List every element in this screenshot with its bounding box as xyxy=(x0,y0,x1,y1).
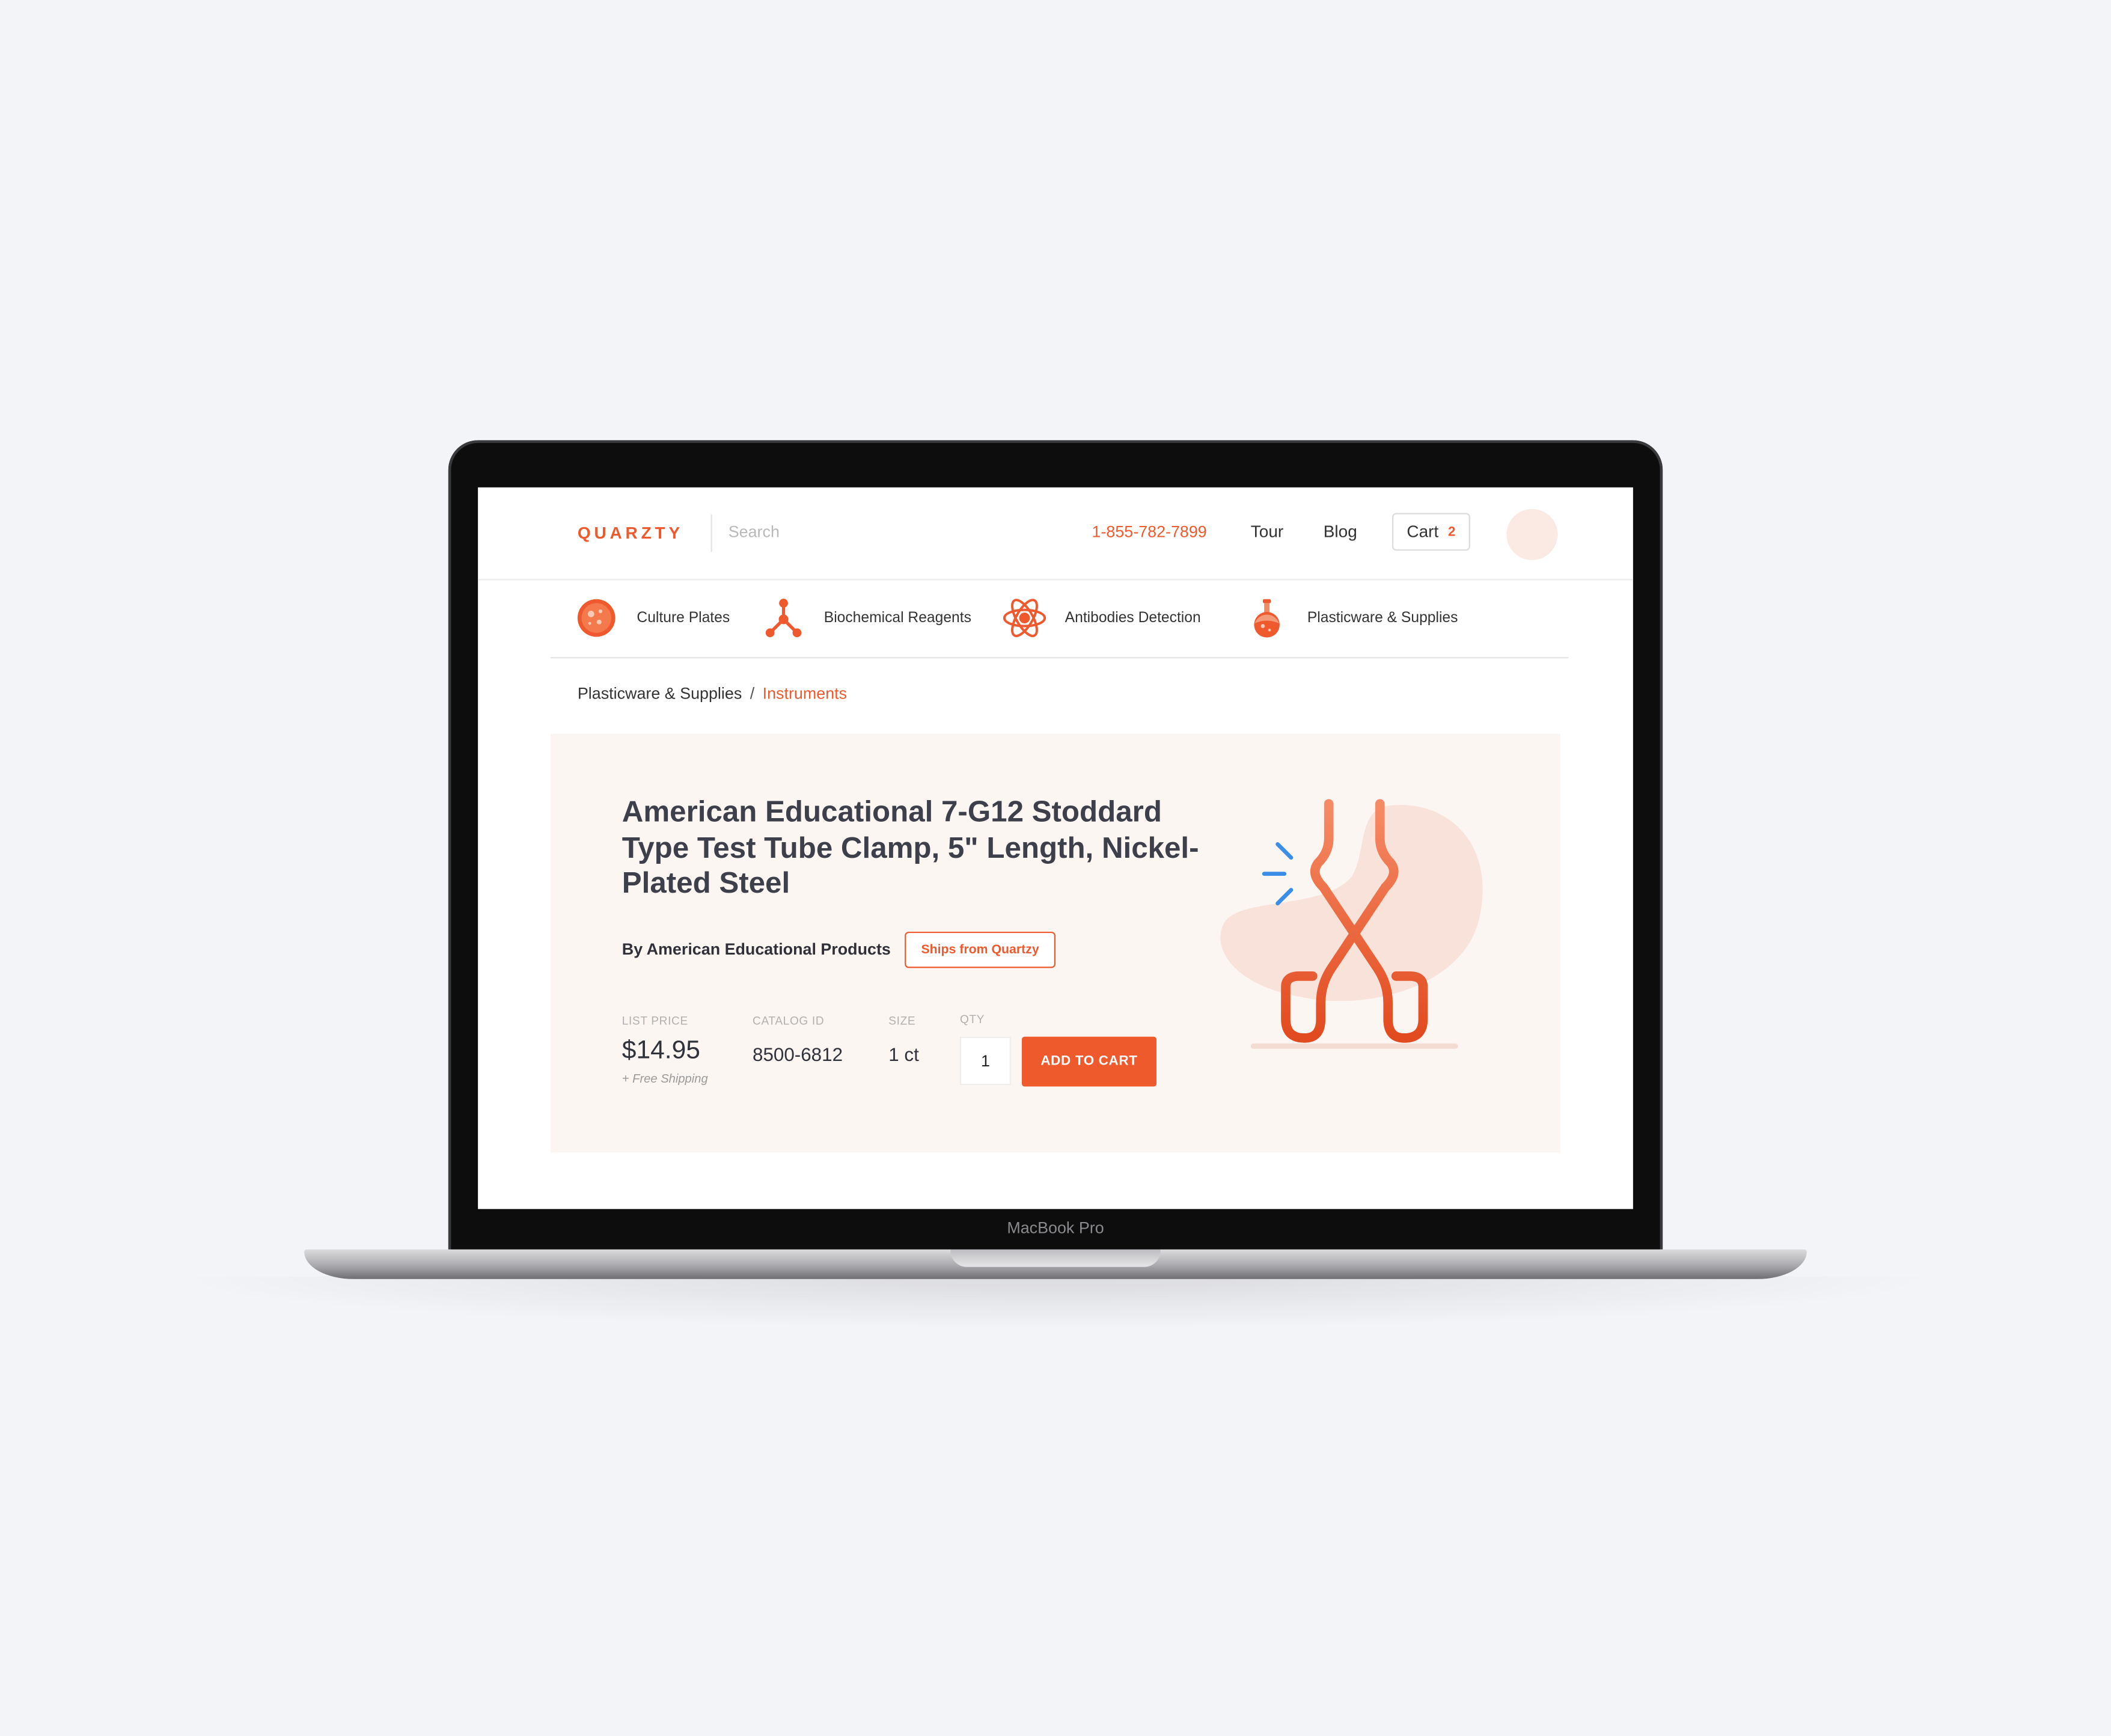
product-hero: American Educational 7-G12 Stoddard Type… xyxy=(551,733,1560,1153)
category-culture-plates[interactable]: Culture Plates xyxy=(575,595,730,641)
nav-tour-link[interactable]: Tour xyxy=(1251,522,1283,541)
laptop-notch xyxy=(950,1249,1161,1267)
search-input[interactable]: Search xyxy=(729,522,780,541)
category-biochemical-reagents[interactable]: Biochemical Reagents xyxy=(762,595,971,641)
breadcrumb-separator: / xyxy=(750,683,755,703)
category-plasticware-supplies[interactable]: Plasticware & Supplies xyxy=(1245,595,1458,641)
atom-icon xyxy=(1003,599,1046,637)
breadcrumb-parent[interactable]: Plasticware & Supplies xyxy=(578,684,742,703)
logo[interactable]: QUARZTY xyxy=(578,524,683,542)
nav-blog-link[interactable]: Blog xyxy=(1324,522,1357,541)
culture-plate-icon xyxy=(577,599,616,637)
category-label: Biochemical Reagents xyxy=(823,610,971,626)
top-navigation: QUARZTY Search 1-855-782-7899 Tour Blog … xyxy=(478,487,1633,581)
ships-from-badge: Ships from Quartzy xyxy=(905,931,1056,968)
category-label: Antibodies Detection xyxy=(1065,610,1201,626)
mockup-stage: MacBook Pro QUARZTY Search 1-855-782-789… xyxy=(0,0,2111,1735)
user-avatar[interactable] xyxy=(1506,509,1558,560)
category-antibodies-detection[interactable]: Antibodies Detection xyxy=(1003,595,1201,641)
product-brand[interactable]: By American Educational Products xyxy=(622,940,891,958)
qty-label: Qty xyxy=(959,1012,985,1026)
phone-link[interactable]: 1-855-782-7899 xyxy=(1092,522,1206,541)
size-value: 1 ct xyxy=(888,1043,919,1065)
shipping-note: + Free Shipping xyxy=(622,1071,708,1086)
category-label: Plasticware & Supplies xyxy=(1307,610,1458,626)
category-label: Culture Plates xyxy=(637,610,730,626)
category-bar: Culture Plates Biochemical Reagents Anti… xyxy=(551,579,1569,659)
laptop-shadow xyxy=(161,1276,1952,1330)
flask-icon xyxy=(1254,599,1280,638)
cart-count-badge: 2 xyxy=(1447,524,1456,540)
browser-screen: QUARZTY Search 1-855-782-7899 Tour Blog … xyxy=(478,487,1633,1209)
quantity-input[interactable]: 1 xyxy=(959,1036,1012,1086)
catalog-id-value: 8500-6812 xyxy=(753,1043,843,1065)
test-tube-clamp-icon xyxy=(1220,799,1483,1049)
catalog-id-label: Catalog ID xyxy=(753,1013,825,1027)
laptop-base xyxy=(304,1249,1807,1279)
device-label: MacBook Pro xyxy=(1007,1218,1104,1238)
cart-button[interactable]: Cart 2 xyxy=(1392,513,1470,551)
logo-divider xyxy=(710,514,712,552)
molecule-icon xyxy=(765,599,802,638)
product-title: American Educational 7-G12 Stoddard Type… xyxy=(622,794,1199,900)
breadcrumb: Plasticware & Supplies / Instruments xyxy=(578,684,847,703)
list-price-label: List Price xyxy=(622,1013,688,1027)
breadcrumb-current[interactable]: Instruments xyxy=(763,684,847,703)
cart-label: Cart xyxy=(1407,522,1439,542)
list-price-value: $14.95 xyxy=(622,1036,700,1065)
add-to-cart-button[interactable]: ADD TO CART xyxy=(1022,1036,1156,1087)
size-label: Size xyxy=(888,1013,916,1027)
